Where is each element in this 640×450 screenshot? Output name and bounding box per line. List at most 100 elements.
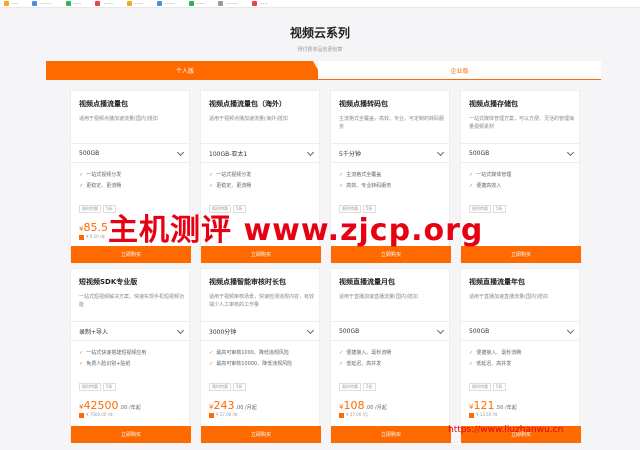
feature-label: 更稳定、更流畅: [216, 183, 252, 189]
feature-label: 免费人脸识别+贴纸: [86, 361, 131, 367]
feature-item: ✓ 最高可审核10000、降低违规风险: [209, 360, 292, 367]
check-icon: ✓: [339, 361, 344, 367]
edition-tabs: 个人版 企业版: [46, 61, 601, 80]
check-icon: ✓: [339, 350, 344, 356]
tab-personal[interactable]: 个人版: [46, 61, 324, 80]
tag-row: 限时特惠 5折: [339, 383, 439, 392]
price-amount: 243: [213, 399, 235, 412]
promo-tag: 5折: [493, 383, 506, 391]
card-title: 视频点播流量包: [79, 100, 128, 108]
discount-icon: [469, 412, 474, 418]
promo-tag: 5折: [363, 383, 376, 391]
chevron-down-icon: [566, 148, 575, 157]
buy-now-button[interactable]: 立即购买: [201, 426, 321, 443]
product-card: 视频点播智能审核时长包适用于视频审核场景，快速检测违规内容，有效减少人工审核的工…: [200, 268, 321, 443]
card-description: 一站式短视频解决方案，快速实现手机短视频功能: [79, 294, 185, 308]
card-description: 适用于视频点播加速流量(国内)抵扣: [79, 116, 158, 122]
feature-item: ✓ 更稳定、更流畅: [79, 182, 121, 189]
tag-row: 限时特惠 5折: [79, 383, 179, 392]
feature-label: 主流格式全覆盖: [346, 172, 382, 178]
bookmark-item[interactable]: ····: [4, 1, 18, 7]
bookmark-item[interactable]: ·····: [127, 1, 143, 7]
bookmark-icon: [65, 1, 71, 6]
chevron-down-icon: [566, 326, 575, 335]
feature-label: 便捷高效入: [476, 183, 502, 189]
spec-select[interactable]: 500GB: [71, 143, 191, 163]
feature-item: ✓ 更稳定、更流畅: [209, 182, 251, 189]
bookmark-item[interactable]: ······: [156, 1, 175, 7]
feature-label: 更稳定、更流畅: [86, 183, 122, 189]
check-icon: ✓: [209, 172, 214, 178]
bookmark-item[interactable]: ·······: [218, 1, 238, 7]
chevron-down-icon: [176, 148, 185, 157]
feature-item: ✓ 免费人脸识别+贴纸: [79, 360, 130, 367]
card-title: 视频直播流量月包: [339, 278, 395, 286]
bookmark-icon: [156, 1, 162, 6]
feature-label: 低延迟、高并发: [476, 361, 512, 367]
card-description: 主流格式全覆盖，高效、专业、可定制的转码服务: [339, 116, 445, 130]
card-title: 视频点播智能审核时长包: [209, 278, 286, 286]
card-description: 适用于视频审核场景，快速检测违规内容，有效减少人工审核的工作量: [209, 294, 315, 308]
feature-label: 便捷接入、毫秒流畅: [476, 350, 522, 356]
check-icon: ✓: [79, 350, 84, 356]
discount-icon: [209, 412, 214, 418]
spec-select-value: 5千分钟: [339, 150, 361, 158]
feature-item: ✓ 便捷接入、毫秒流畅: [469, 349, 521, 356]
card-title: 视频直播流量年包: [469, 278, 525, 286]
card-description: 适用于视频点播加速流量(海外)抵扣: [209, 116, 288, 122]
bookmark-icon: [4, 1, 9, 6]
card-description: 一站式媒体管理方案，可以方便、灵活的管理海量视频素材: [469, 116, 575, 130]
check-icon: ✓: [469, 172, 474, 178]
feature-item: ✓ 高效、专业转码服务: [339, 182, 391, 189]
spec-select[interactable]: 3000分钟: [201, 321, 321, 341]
promo-tag: 限时特惠: [469, 383, 491, 391]
price-amount: 108: [343, 399, 365, 412]
check-icon: ✓: [79, 183, 84, 189]
spec-select[interactable]: 500GB: [461, 143, 581, 163]
discount-icon: [79, 234, 84, 240]
feature-item: ✓ 便捷高效入: [469, 182, 501, 189]
bookmark-item[interactable]: ·····: [65, 1, 81, 7]
feature-label: 便捷接入、毫秒流畅: [346, 350, 392, 356]
discount-icon: [79, 412, 84, 418]
original-price-text: ¥ 13.50 /年: [476, 412, 498, 417]
bookmark-item[interactable]: ·······: [32, 0, 52, 7]
spec-select[interactable]: 100GB-亚太1: [201, 143, 321, 163]
feature-label: 一站式视频分发: [216, 172, 252, 178]
original-price: ¥ 9.50 /年: [79, 234, 105, 240]
feature-item: ✓ 低延迟、高并发: [339, 360, 381, 367]
bookmark-label: ·······: [40, 0, 52, 7]
bookmark-item[interactable]: ······: [95, 1, 113, 7]
price-unit: .00 /年起: [119, 405, 141, 411]
spec-select[interactable]: 500GB: [461, 321, 581, 341]
product-card: 视频直播流量月包 适用于直播加速直播流量(国内)抵扣 500GB ✓ 便捷接入、毫秒流畅…: [330, 268, 451, 443]
check-icon: ✓: [339, 183, 344, 189]
spec-select[interactable]: 录制+导入: [71, 321, 191, 341]
card-title: 视频点播存储包: [469, 100, 518, 108]
feature-label: 一站式媒体管理: [476, 172, 512, 178]
check-icon: ✓: [79, 361, 84, 367]
feature-item: ✓ 一站式视频分发: [79, 171, 121, 178]
buy-now-button[interactable]: 立即购买: [331, 426, 451, 443]
check-icon: ✓: [79, 172, 84, 178]
buy-now-button[interactable]: 立即购买: [71, 426, 191, 443]
price-amount: 121: [473, 399, 495, 412]
page: ···· ······· ····· ······ ····· ······ ····· ··…: [0, 0, 640, 450]
price: ¥243.00 /月起: [209, 394, 257, 413]
bookmark-item[interactable]: ·····: [188, 1, 204, 7]
product-card: 视频直播流量年包 适用于直播加速直播流量(国内)抵扣 500GB ✓ 便捷接入、毫秒流畅…: [460, 268, 581, 443]
spec-select-value: 录制+导入: [79, 328, 109, 336]
card-title: 短视频SDK专业版: [79, 278, 138, 286]
bookmark-icon: [127, 1, 132, 6]
promo-tag: 5折: [493, 205, 506, 213]
bookmark-icon: [251, 1, 257, 6]
promo-tag: 5折: [233, 383, 246, 391]
bookmark-item[interactable]: ·····: [251, 1, 268, 7]
check-icon: ✓: [469, 350, 474, 356]
original-price-text: ¥ 27.00 /月: [346, 412, 368, 417]
feature-item: ✓ 最高可审核1000、降低违规风险: [209, 349, 289, 356]
feature-item: ✓ 主流格式全覆盖: [339, 171, 381, 178]
spec-select[interactable]: 5千分钟: [331, 143, 451, 163]
spec-select[interactable]: 500GB: [331, 321, 451, 341]
tab-enterprise[interactable]: 企业版: [318, 61, 601, 80]
